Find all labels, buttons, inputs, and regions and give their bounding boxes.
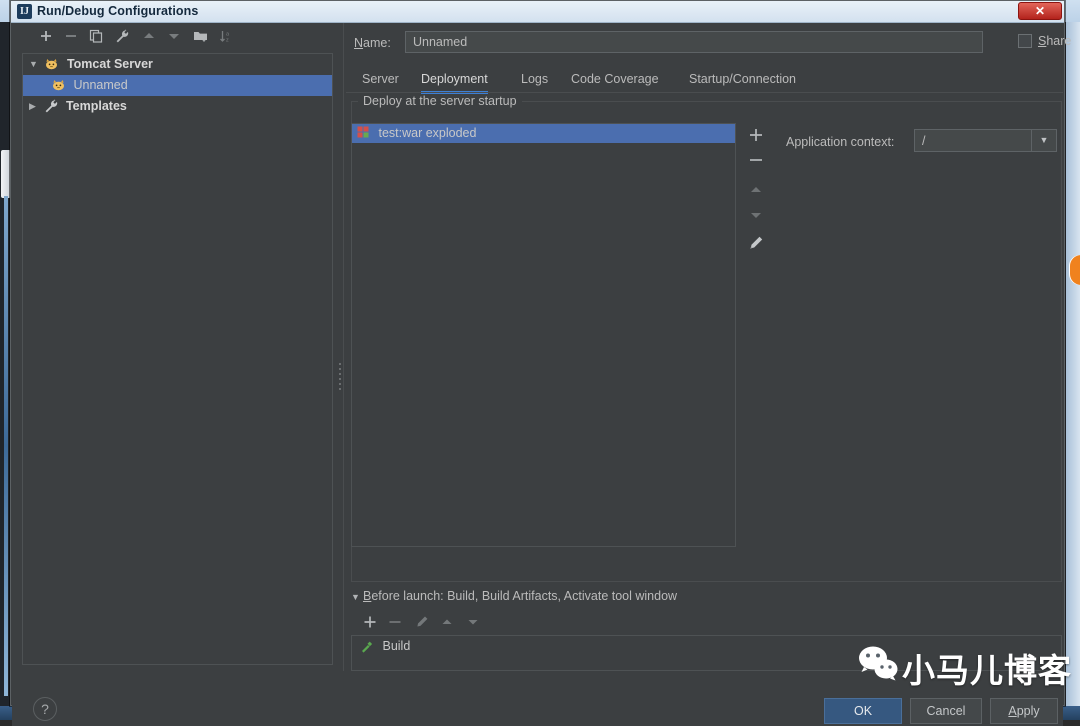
- list-item-label: Build: [382, 639, 411, 653]
- tab-deployment[interactable]: Deployment: [421, 67, 488, 94]
- tree-item-label: Templates: [65, 99, 127, 113]
- run-debug-configurations-dialog: IJ Run/Debug Configurations ✕ a z ▼ Tomc…: [10, 0, 1071, 726]
- cancel-button[interactable]: Cancel: [910, 698, 982, 724]
- configurations-tree[interactable]: ▼ Tomcat Server Unnamed ▶ Templates: [22, 53, 333, 665]
- before-launch-header[interactable]: ▼ Before launch: Build, Build Artifacts, …: [351, 589, 1062, 605]
- application-context-combo[interactable]: / ▼: [914, 129, 1057, 152]
- move-up-button[interactable]: [139, 27, 159, 47]
- tabs-separator: [346, 92, 1063, 93]
- sort-configurations-button[interactable]: a z: [216, 27, 236, 47]
- chevron-right-icon[interactable]: ▶: [29, 96, 41, 117]
- name-label: Name:: [354, 36, 391, 50]
- chevron-down-icon[interactable]: ▼: [351, 592, 363, 602]
- apply-button[interactable]: Apply: [990, 698, 1058, 724]
- name-row: Name: Unnamed Share: [346, 31, 1071, 57]
- deployment-list-toolbar: [744, 123, 768, 303]
- move-task-down-button[interactable]: [462, 611, 484, 633]
- move-down-button[interactable]: [164, 27, 184, 47]
- background-right-edge: [1066, 22, 1080, 720]
- add-task-button[interactable]: [359, 611, 381, 633]
- configuration-editor-panel: Name: Unnamed Share Server Deployment Lo…: [346, 23, 1071, 671]
- application-context-value[interactable]: /: [922, 132, 925, 151]
- tab-startup-connection[interactable]: Startup/Connection: [689, 67, 796, 93]
- share-label: Share: [1038, 34, 1072, 48]
- tree-item-templates[interactable]: ▶ Templates: [23, 96, 332, 117]
- tree-item-label: Tomcat Server: [66, 57, 153, 71]
- deployment-artifacts-list[interactable]: test:war exploded: [351, 123, 736, 547]
- move-artifact-up-button[interactable]: [744, 178, 768, 202]
- dialog-footer: ? OK Cancel Apply: [12, 672, 1063, 726]
- configurations-toolbar: a z: [12, 23, 333, 51]
- close-icon[interactable]: ✕: [1018, 2, 1062, 20]
- tab-code-coverage[interactable]: Code Coverage: [571, 67, 659, 93]
- before-launch-task-list[interactable]: Build: [351, 635, 1062, 671]
- remove-artifact-button[interactable]: [744, 148, 768, 172]
- before-launch-toolbar: [359, 611, 559, 633]
- application-context-label: Application context:: [786, 135, 895, 149]
- background-orange-badge: [1070, 255, 1080, 285]
- dialog-titlebar[interactable]: IJ Run/Debug Configurations ✕: [11, 1, 1064, 23]
- hammer-icon: [360, 639, 374, 659]
- list-item-label: test:war exploded: [378, 126, 477, 140]
- name-input[interactable]: Unnamed: [405, 31, 983, 53]
- copy-configuration-button[interactable]: [86, 27, 106, 47]
- share-checkbox[interactable]: [1018, 34, 1032, 48]
- move-artifact-down-button[interactable]: [744, 203, 768, 227]
- dialog-body: a z ▼ Tomcat Server Unnamed ▶ Templates …: [11, 22, 1071, 726]
- splitter-handle[interactable]: [339, 363, 341, 393]
- create-folder-button[interactable]: [190, 27, 210, 47]
- before-launch-section: ▼ Before launch: Build, Build Artifacts, …: [351, 589, 1062, 671]
- chevron-down-icon[interactable]: ▼: [29, 54, 41, 75]
- help-button[interactable]: ?: [33, 697, 57, 721]
- add-artifact-button[interactable]: [744, 123, 768, 147]
- edit-artifact-button[interactable]: [744, 231, 768, 255]
- remove-configuration-button[interactable]: [61, 27, 81, 47]
- idea-icon: IJ: [17, 4, 32, 19]
- tomcat-icon: [44, 57, 59, 71]
- deploy-legend-label: Deploy at the server startup: [358, 94, 522, 108]
- tree-item-tomcat-server[interactable]: ▼ Tomcat Server: [23, 54, 332, 75]
- tree-item-unnamed[interactable]: Unnamed: [23, 75, 332, 96]
- dialog-title: Run/Debug Configurations: [37, 4, 199, 18]
- list-item[interactable]: test:war exploded: [352, 124, 735, 143]
- add-configuration-button[interactable]: [36, 27, 56, 47]
- panel-splitter[interactable]: [335, 23, 345, 671]
- artifact-icon: [357, 126, 370, 139]
- tree-item-label: Unnamed: [73, 78, 128, 92]
- tomcat-icon: [51, 78, 66, 92]
- configurations-left-panel: a z ▼ Tomcat Server Unnamed ▶ Templates: [12, 23, 333, 671]
- tab-logs[interactable]: Logs: [521, 67, 548, 93]
- tab-server[interactable]: Server: [362, 67, 399, 93]
- wrench-icon: [44, 99, 58, 113]
- list-item[interactable]: Build: [352, 636, 1061, 656]
- remove-task-button[interactable]: [384, 611, 406, 633]
- ok-button[interactable]: OK: [824, 698, 902, 724]
- chevron-down-icon[interactable]: ▼: [1031, 130, 1056, 151]
- configuration-tabs: Server Deployment Logs Code Coverage Sta…: [346, 67, 1063, 94]
- background-blue-strip: [4, 196, 8, 696]
- edit-task-button[interactable]: [411, 611, 433, 633]
- edit-templates-button[interactable]: [112, 27, 132, 47]
- splitter-line: [343, 23, 344, 671]
- move-task-up-button[interactable]: [436, 611, 458, 633]
- svg-text:z: z: [226, 38, 229, 44]
